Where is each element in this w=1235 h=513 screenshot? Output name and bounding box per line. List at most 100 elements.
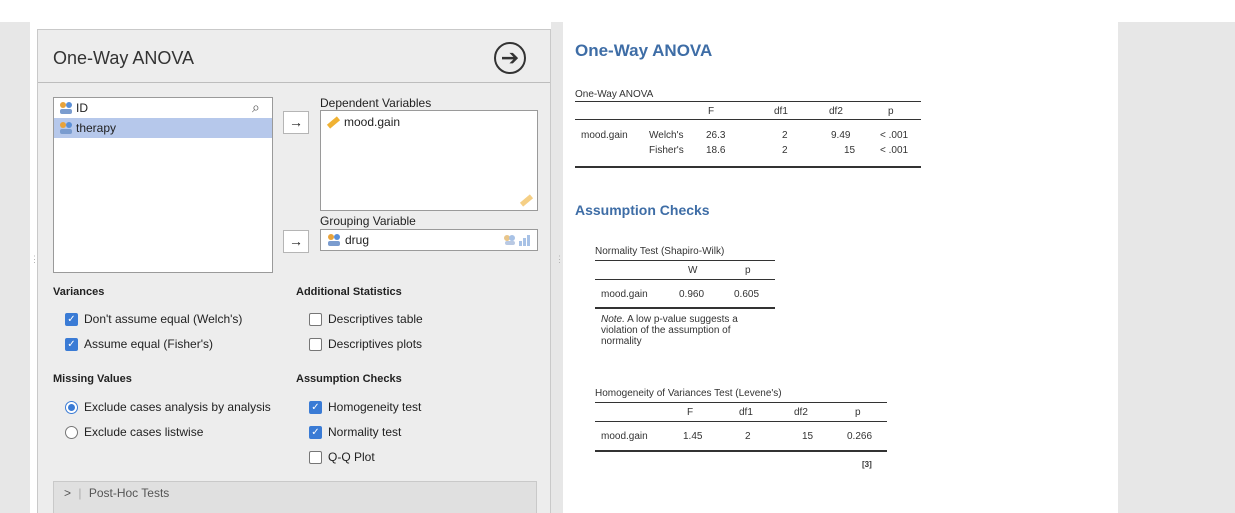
cell: 1.45 [683,431,703,442]
missing-values-title: Missing Values [53,373,132,385]
table-rule [595,421,887,422]
cell: 18.6 [706,145,726,156]
additional-stats-title: Additional Statistics [296,286,402,298]
table-note: Note. A low p-value suggests a violation… [601,314,761,347]
cell: 2 [782,145,788,156]
variable-id[interactable]: ID [54,98,272,118]
cell: < .001 [880,145,909,156]
table-rule [595,260,775,261]
panel-title: One-Way ANOVA [53,48,195,68]
arrow-right-circle-icon: ➔ [500,45,520,70]
move-to-dependent-button[interactable]: → [283,111,309,134]
nominal-text-icon [60,122,72,134]
grouping-var[interactable]: drug [345,233,369,247]
assumption-checks-heading: Assumption Checks [575,202,710,218]
assumption-checks-title: Assumption Checks [296,373,402,385]
checkbox-unchecked-icon[interactable] [309,450,322,464]
option-label: Normality test [328,425,402,439]
arrow-right-icon: → [289,114,303,130]
col-header: p [855,407,861,418]
col-header: df2 [829,106,843,117]
chevron-right-icon: > [64,486,72,500]
search-icon[interactable]: ⌕ [252,99,260,116]
homogeneity-option[interactable]: ✓ Homogeneity test [309,399,421,415]
cell: 15 [844,145,856,156]
table-rule [575,119,921,120]
col-header: W [688,265,698,276]
grouping-box[interactable]: drug [320,229,538,251]
cell: 2 [782,130,788,141]
splitter[interactable] [551,22,563,513]
table-rule [575,166,921,168]
descriptives-plots-option[interactable]: Descriptives plots [309,336,422,352]
right-margin [1118,22,1235,513]
checkbox-checked-icon[interactable]: ✓ [65,337,78,351]
cell: mood.gain [601,431,648,442]
table-rule [595,402,887,403]
note-label: Note. [601,314,625,325]
option-label: Exclude cases analysis by analysis [84,400,271,414]
cell: 26.3 [706,130,726,141]
resize-grip-left-icon[interactable]: ⋮ [30,255,39,264]
variable-name: therapy [76,121,117,135]
cell: mood.gain [601,289,648,300]
col-header: df1 [739,407,753,418]
table-rule [575,101,921,102]
checkbox-checked-icon[interactable]: ✓ [309,425,322,439]
checkbox-unchecked-icon[interactable] [309,337,322,351]
options-header: One-Way ANOVA ➔ [38,30,550,83]
resize-grip-splitter-icon[interactable]: ⋮ [555,255,564,264]
table-rule [595,307,775,309]
run-arrow-button[interactable]: ➔ [494,42,526,74]
variable-list[interactable]: ID ⌕ therapy [53,97,273,273]
checkbox-unchecked-icon[interactable] [309,312,322,326]
posthoc-section-header[interactable]: > | Post-Hoc Tests [53,481,537,513]
variable-name: ID [76,101,88,115]
exclude-listwise-option[interactable]: Exclude cases listwise [65,424,203,440]
checkbox-checked-icon[interactable]: ✓ [309,400,322,414]
move-to-grouping-button[interactable]: → [283,230,309,253]
welch-option[interactable]: ✓ Don't assume equal (Welch's) [65,311,242,327]
divider: | [78,486,82,500]
col-header: F [708,106,715,117]
reference-number: [3] [862,460,872,469]
cell: Welch's [649,130,684,141]
cell: 0.605 [734,289,760,300]
col-header: F [687,407,694,418]
nominal-text-icon [328,234,340,246]
descriptives-table-option[interactable]: Descriptives table [309,311,423,327]
option-label: Descriptives table [328,312,423,326]
cell: Fisher's [649,145,684,156]
table-caption: Homogeneity of Variances Test (Levene's) [595,388,782,399]
option-label: Homogeneity test [328,400,422,414]
radio-unselected-icon[interactable] [65,425,78,439]
top-strip [0,0,1235,22]
id-icon [60,102,72,114]
continuous-ruler-icon [326,116,341,129]
nominal-ordinal-types-icon [504,235,530,246]
cell: 0.266 [847,431,873,442]
arrow-right-icon: → [289,233,303,249]
option-label: Don't assume equal (Welch's) [84,312,243,326]
col-header: p [888,106,894,117]
dependent-box[interactable]: mood.gain [320,110,538,211]
normality-option[interactable]: ✓ Normality test [309,424,401,440]
results-panel: One-Way ANOVA One-Way ANOVA F df1 df2 p … [563,22,1118,513]
option-label: Exclude cases listwise [84,425,204,439]
cell: 9.49 [831,130,851,141]
fisher-option[interactable]: ✓ Assume equal (Fisher's) [65,336,213,352]
table-rule [595,450,887,452]
cell: < .001 [880,130,909,141]
option-label: Assume equal (Fisher's) [84,337,213,351]
posthoc-label: Post-Hoc Tests [88,486,170,500]
qq-plot-option[interactable]: Q-Q Plot [309,449,375,465]
grouping-label: Grouping Variable [320,214,416,228]
exclude-analysis-option[interactable]: Exclude cases analysis by analysis [65,399,271,415]
col-header: df2 [794,407,808,418]
radio-selected-icon[interactable] [65,400,78,414]
table-rule [595,279,775,280]
checkbox-checked-icon[interactable]: ✓ [65,312,78,326]
variable-therapy[interactable]: therapy [54,118,272,138]
options-panel: One-Way ANOVA ➔ ID ⌕ therapy → Dependent… [37,29,551,513]
dependent-var[interactable]: mood.gain [344,115,400,129]
